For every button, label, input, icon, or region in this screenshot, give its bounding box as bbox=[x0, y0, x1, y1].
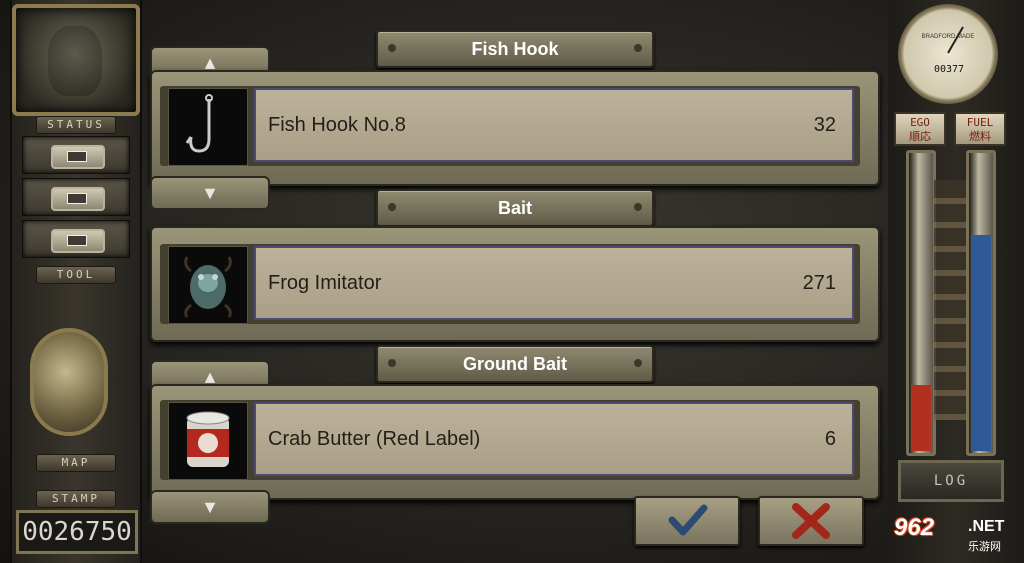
bolt-icon bbox=[634, 44, 642, 52]
ground-bait-label-box: Crab Butter (Red Label) 6 bbox=[254, 402, 854, 476]
status-label: STATUS bbox=[36, 116, 116, 134]
character-portrait[interactable] bbox=[12, 4, 140, 116]
ground-bait-item-row[interactable]: Crab Butter (Red Label) 6 bbox=[160, 400, 860, 480]
fuel-level-fill bbox=[971, 235, 991, 451]
cancel-button[interactable] bbox=[758, 496, 864, 546]
confirm-button[interactable] bbox=[634, 496, 740, 546]
bolt-icon bbox=[388, 359, 396, 367]
bait-item-count: 271 bbox=[802, 272, 836, 294]
fish-hook-item-count: 32 bbox=[813, 114, 836, 136]
watermark-number: 962 bbox=[894, 514, 935, 541]
ground-bait-item-name: Crab Butter (Red Label) bbox=[268, 428, 481, 450]
crab-butter-can-icon bbox=[168, 402, 248, 480]
watermark-cn: 乐游网 bbox=[968, 541, 1001, 553]
close-x-icon bbox=[792, 503, 830, 539]
drawer-handle-icon bbox=[51, 145, 105, 169]
bait-item-row[interactable]: Frog Imitator 271 bbox=[160, 244, 860, 324]
bait-title: Bait bbox=[497, 198, 532, 218]
ground-bait-down-button[interactable]: ▼ bbox=[150, 490, 270, 524]
status-drawer-2[interactable] bbox=[22, 178, 130, 216]
section-title-fish-hook: Fish Hook bbox=[376, 30, 654, 68]
drawer-handle-icon bbox=[51, 187, 105, 211]
map-label: MAP bbox=[36, 454, 116, 472]
ego-button[interactable]: EGO 順応 bbox=[894, 112, 946, 146]
frog-lure-icon bbox=[168, 246, 248, 324]
fuel-button[interactable]: FUEL 燃料 bbox=[954, 112, 1006, 146]
watermark-logo: 962 .NET 乐游网 bbox=[884, 510, 1020, 560]
tool-label: TOOL bbox=[36, 266, 116, 284]
pipes-decoration bbox=[934, 180, 966, 420]
fish-hook-label-box: Fish Hook No.8 32 bbox=[254, 88, 854, 162]
fuel-label: FUEL bbox=[966, 116, 994, 129]
fish-hook-title: Fish Hook bbox=[471, 39, 559, 59]
bait-label-box: Frog Imitator 271 bbox=[254, 246, 854, 320]
bolt-icon bbox=[388, 44, 396, 52]
ego-level-fill bbox=[911, 385, 931, 451]
ground-bait-title: Ground Bait bbox=[463, 354, 567, 374]
character-face bbox=[48, 26, 102, 96]
status-drawer-3[interactable] bbox=[22, 220, 130, 258]
log-button[interactable]: LOG bbox=[898, 460, 1004, 502]
section-title-ground-bait: Ground Bait bbox=[376, 345, 654, 383]
fuel-label-cn: 燃料 bbox=[969, 130, 991, 143]
pressure-dial-icon: BRADFORD MADE 00377 bbox=[898, 4, 998, 104]
dial-digits: 00377 bbox=[933, 64, 965, 75]
dial-needle bbox=[947, 26, 964, 54]
ego-label: EGO bbox=[910, 116, 930, 129]
fish-hook-item-name: Fish Hook No.8 bbox=[268, 114, 406, 136]
fuel-tube bbox=[966, 150, 996, 456]
ego-label-cn: 順応 bbox=[909, 130, 931, 143]
map-compass-icon[interactable] bbox=[30, 328, 108, 436]
fish-hook-item-row[interactable]: Fish Hook No.8 32 bbox=[160, 86, 860, 166]
watermark-suffix: .NET bbox=[968, 518, 1005, 535]
fish-hook-icon bbox=[168, 88, 248, 166]
bolt-icon bbox=[634, 203, 642, 211]
ego-tube bbox=[906, 150, 936, 456]
status-drawer-1[interactable] bbox=[22, 136, 130, 174]
bait-item-name: Frog Imitator bbox=[268, 272, 382, 294]
stamp-label: STAMP bbox=[36, 490, 116, 508]
section-title-bait: Bait bbox=[376, 189, 654, 227]
bolt-icon bbox=[634, 359, 642, 367]
ground-bait-item-count: 6 bbox=[824, 428, 836, 450]
fish-hook-down-button[interactable]: ▼ bbox=[150, 176, 270, 210]
drawer-handle-icon bbox=[51, 229, 105, 253]
stamp-counter: 0026750 bbox=[16, 510, 138, 554]
checkmark-icon bbox=[668, 504, 708, 536]
bolt-icon bbox=[388, 203, 396, 211]
dial-title: BRADFORD MADE bbox=[921, 34, 975, 40]
